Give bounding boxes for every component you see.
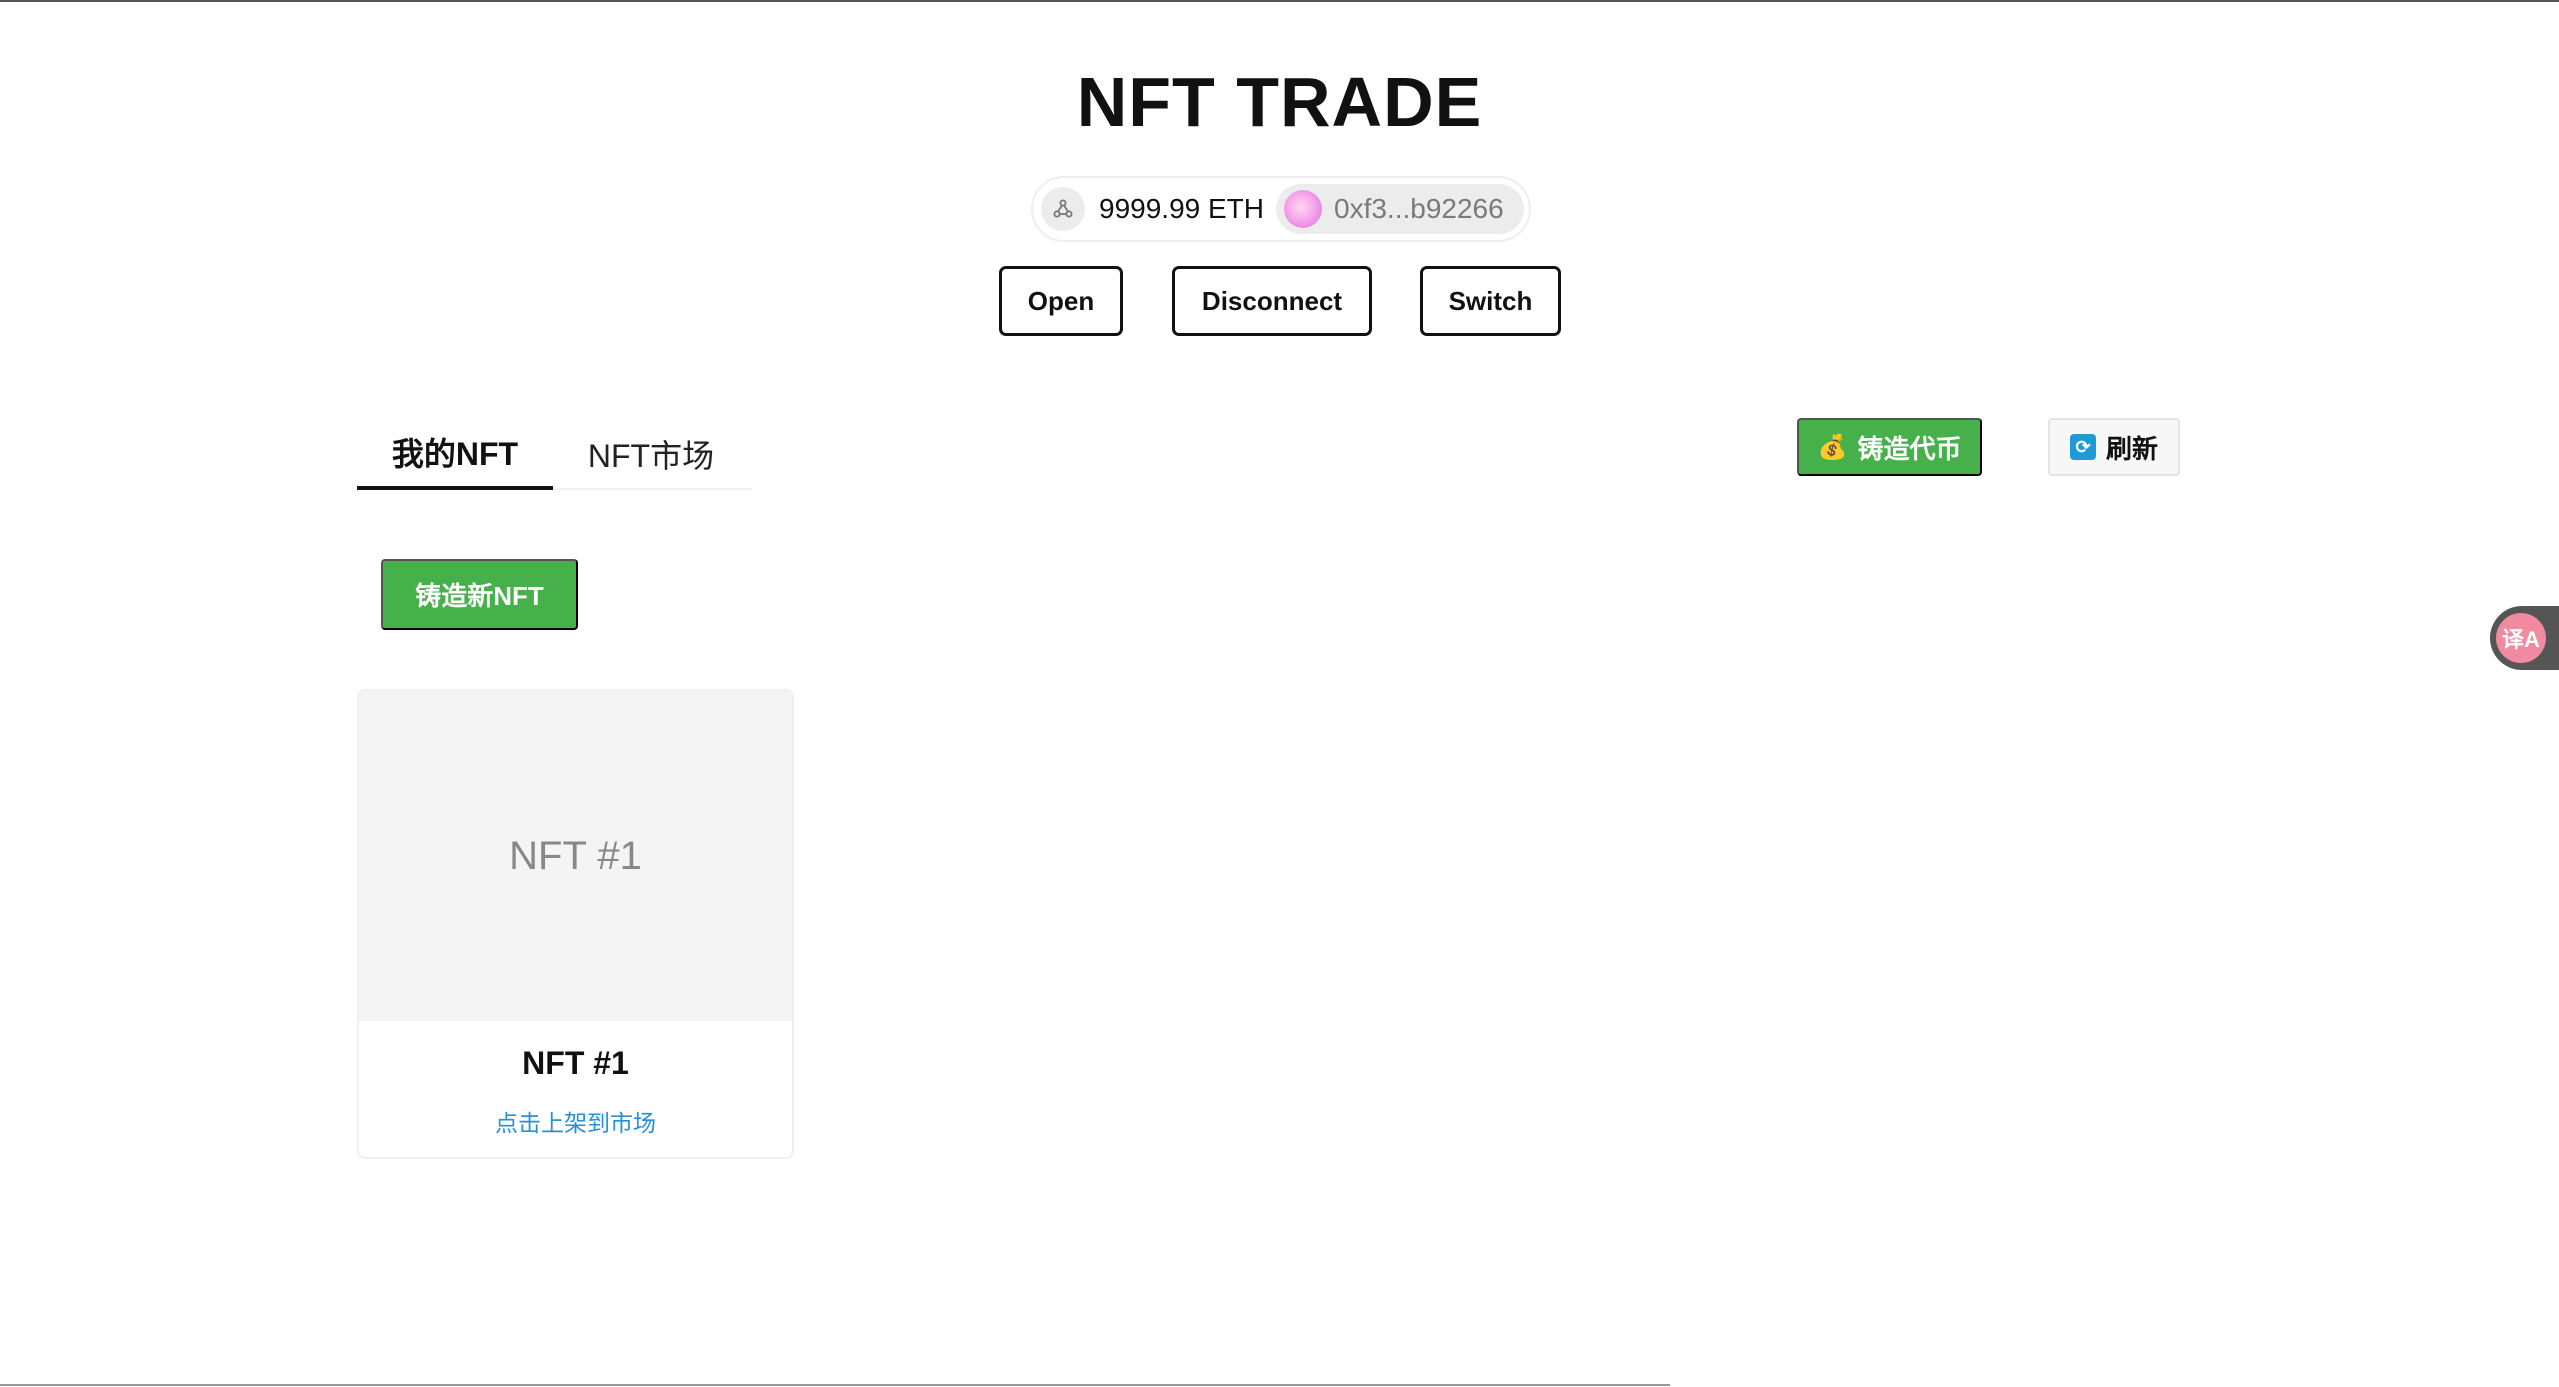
nft-title: NFT #1: [522, 1045, 629, 1081]
refresh-icon: ⟳: [2069, 434, 2096, 460]
wallet-balance: 9999.99 ETH: [1099, 193, 1264, 224]
money-bag-icon: 💰: [1817, 433, 1848, 461]
open-button[interactable]: Open: [999, 266, 1123, 336]
avatar: [1284, 190, 1322, 228]
mint-token-button[interactable]: 💰 铸造代币: [1797, 418, 1982, 476]
refresh-label: 刷新: [2105, 433, 2158, 464]
top-border: [0, 0, 2559, 2]
translate-widget[interactable]: 译A: [2490, 606, 2559, 670]
wallet-account-button[interactable]: 9999.99 ETH 0xf3...b92266: [1031, 176, 1531, 242]
page-title: NFT TRADE: [1076, 63, 1483, 141]
mint-nft-button[interactable]: 铸造新NFT: [381, 559, 578, 630]
translate-icon: 译A: [2496, 613, 2546, 663]
nft-image-placeholder: NFT #1: [359, 691, 792, 1021]
mint-token-label: 铸造代币: [1857, 433, 1962, 464]
switch-button[interactable]: Switch: [1420, 266, 1561, 336]
nft-card[interactable]: NFT #1 NFT #1 点击上架到市场: [357, 689, 794, 1159]
tab-my-nft[interactable]: 我的NFT: [357, 418, 553, 490]
wallet-address-chip[interactable]: 0xf3...b92266: [1276, 184, 1524, 234]
tab-nft-market[interactable]: NFT市场: [553, 418, 749, 490]
list-on-market-link[interactable]: 点击上架到市场: [359, 1104, 792, 1138]
wallet-address: 0xf3...b92266: [1334, 193, 1504, 224]
bottom-border: [0, 1384, 1670, 1386]
tab-bar: 我的NFT NFT市场: [357, 418, 752, 490]
refresh-button[interactable]: ⟳ 刷新: [2048, 418, 2180, 476]
network-icon: [1041, 187, 1085, 231]
disconnect-button[interactable]: Disconnect: [1172, 266, 1372, 336]
